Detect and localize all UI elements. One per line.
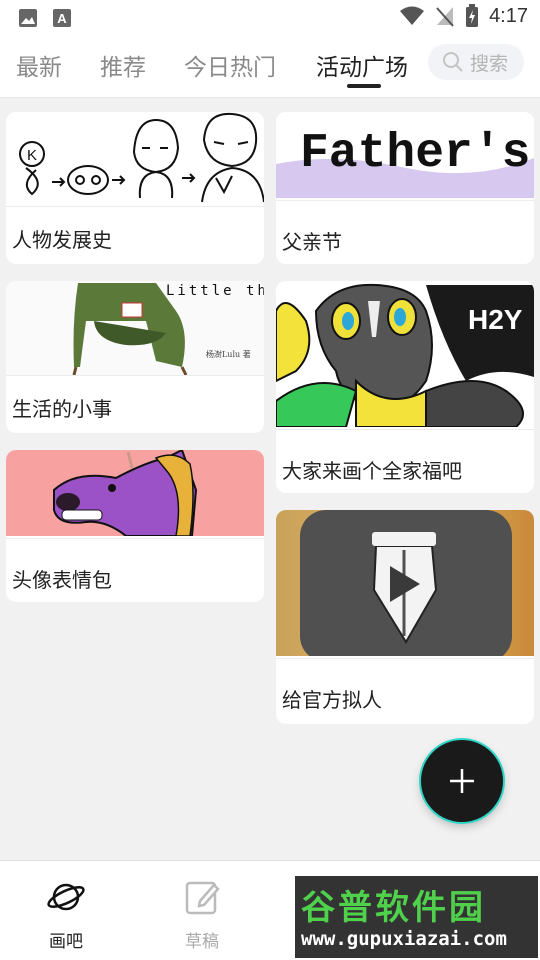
top-tab-bar: 最新 推荐 今日热门 活动广场 搜索 — [0, 36, 540, 98]
battery-charging-icon — [466, 4, 479, 27]
watermark-line2: www.gupuxiazai.com — [301, 928, 507, 950]
card-thumbnail-sketch: K — [6, 112, 264, 206]
tab-latest[interactable]: 最新 — [16, 48, 62, 82]
nav-item-huaba[interactable]: 画吧 — [26, 877, 106, 952]
card-title: 给官方拟人 — [282, 688, 382, 712]
card-title: 生活的小事 — [12, 397, 112, 421]
card-thumbnail-text: H2Y — [468, 304, 523, 335]
card-thumbnail-little-things: Little things 杨澍Lulu 著 — [6, 281, 264, 375]
card-title: 大家来画个全家福吧 — [282, 459, 462, 483]
plus-icon — [450, 769, 474, 793]
nav-label: 画吧 — [49, 932, 83, 952]
card-thumbnail-text: Father's — [300, 127, 530, 181]
card-thumbnail-fathers: Father's — [276, 112, 534, 198]
svg-text:K: K — [27, 147, 37, 164]
activity-card-little-things[interactable]: Little things 杨澍Lulu 著 生活的小事 — [6, 281, 264, 433]
tab-activity-square[interactable]: 活动广场 — [316, 48, 408, 82]
card-title: 头像表情包 — [12, 568, 112, 592]
card-thumbnail-horse — [6, 450, 264, 536]
search-input[interactable]: 搜索 — [428, 44, 524, 80]
card-title: 人物发展史 — [12, 228, 112, 252]
card-thumbnail-text: Little things — [166, 283, 264, 299]
planet-icon — [47, 883, 85, 911]
activity-card-official-persona[interactable]: 给官方拟人 — [276, 510, 534, 724]
text-a-icon: A — [53, 9, 71, 27]
nav-label: 草稿 — [185, 932, 219, 952]
card-thumbnail-app-logo — [276, 510, 534, 656]
svg-text:A: A — [57, 11, 67, 26]
activity-card-fathers-day[interactable]: Father's 父亲节 — [276, 112, 534, 264]
watermark-logo: 谷普软件园 www.gupuxiazai.com — [295, 876, 538, 958]
card-divider — [276, 429, 534, 430]
card-divider — [6, 375, 264, 376]
search-icon — [443, 52, 463, 72]
tab-recommended[interactable]: 推荐 — [100, 48, 146, 82]
card-thumbnail-family: H2Y — [276, 281, 534, 427]
tab-today-hot[interactable]: 今日热门 — [184, 48, 276, 82]
activity-card-avatar-stickers[interactable]: 头像表情包 — [6, 450, 264, 602]
watermark-line1: 谷普软件园 — [301, 888, 486, 928]
card-divider — [276, 658, 534, 659]
search-placeholder: 搜索 — [470, 52, 509, 75]
status-bar: A 4:17 — [0, 0, 540, 36]
card-thumbnail-author: 杨澍Lulu 著 — [206, 349, 251, 359]
card-divider — [6, 206, 264, 207]
create-fab-button[interactable] — [421, 740, 503, 822]
wifi-icon — [400, 6, 425, 25]
active-tab-indicator — [347, 84, 381, 88]
edit-icon — [185, 881, 220, 915]
card-divider — [6, 538, 264, 539]
bottom-nav: 画吧 草稿 谷普软件园 www.gupuxiazai.com — [0, 860, 540, 960]
image-icon — [19, 9, 37, 27]
card-title: 父亲节 — [282, 230, 342, 254]
activity-card-family-portrait[interactable]: H2Y 大家来画个全家福吧 — [276, 281, 534, 493]
clock: 4:17 — [489, 4, 528, 27]
activity-card-character-history[interactable]: K 人物发展史 — [6, 112, 264, 264]
nav-item-drafts[interactable]: 草稿 — [162, 877, 242, 952]
card-divider — [276, 200, 534, 201]
signal-off-icon — [436, 7, 454, 27]
